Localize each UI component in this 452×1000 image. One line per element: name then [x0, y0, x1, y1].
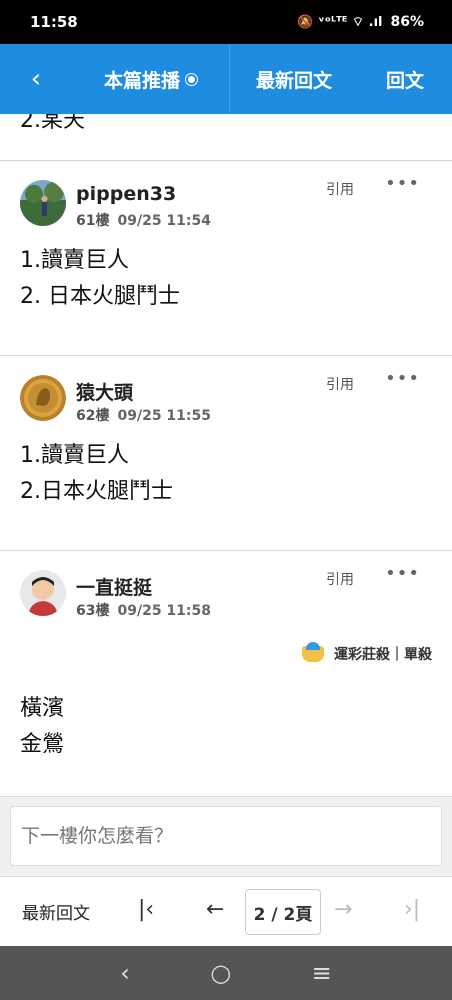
- floor-number: 61樓: [76, 213, 110, 229]
- previous-post-tail: 2.某天: [0, 114, 452, 161]
- lottery-icon: [302, 642, 324, 662]
- post-line: 2. 日本火腿鬥士: [20, 284, 180, 309]
- avatar[interactable]: [20, 375, 66, 421]
- last-page-icon[interactable]: ›|: [404, 897, 420, 922]
- post-63: 一直挺挺 63樓 09/25 11:58 引用 ••• 運彩莊殺｜單殺 橫濱 金鶯: [0, 551, 452, 796]
- post-line: 橫濱: [20, 696, 65, 721]
- status-right: 🔕 ᵛᵒᴸᵀᴱ ⌔ .ıl 86%: [297, 14, 424, 30]
- post-time: 09/25 11:58: [117, 603, 211, 619]
- pagination-bar: 最新回文 |‹ ← 2 / 2頁 → ›|: [0, 876, 452, 946]
- tab-latest-replies[interactable]: 最新回文: [230, 44, 358, 114]
- quote-button[interactable]: 引用: [326, 374, 354, 394]
- tab-reply-label: 回文: [385, 69, 424, 92]
- thread-content[interactable]: 2.某天 pippen33 61樓 09/25 11:54 引用 ••• 1.讀…: [0, 114, 452, 796]
- battery-level: 86%: [390, 14, 424, 30]
- system-home-icon[interactable]: ○: [210, 959, 231, 987]
- system-back-icon[interactable]: ‹: [120, 959, 130, 987]
- status-time: 11:58: [30, 13, 78, 31]
- author-name[interactable]: 猿大頭: [76, 378, 133, 405]
- quote-button[interactable]: 引用: [326, 569, 354, 589]
- page-indicator: 2 / 2頁: [253, 904, 313, 925]
- author-name[interactable]: 一直挺挺: [76, 573, 152, 600]
- post-62: 猿大頭 62樓 09/25 11:55 引用 ••• 1.讀賣巨人 2.日本火腿鬥…: [0, 356, 452, 551]
- reply-bar: [0, 796, 452, 876]
- tab-recommend-label: 本篇推播: [103, 69, 180, 92]
- chevron-left-icon: ‹: [30, 64, 42, 94]
- previous-post-text: 2.某天: [20, 114, 85, 133]
- post-body: 1.讀賣巨人 2. 日本火腿鬥士: [0, 243, 452, 315]
- post-header: pippen33 61樓 09/25 11:54 引用 •••: [0, 161, 452, 243]
- post-meta: 61樓 09/25 11:54: [76, 210, 211, 230]
- post-line: 2.日本火腿鬥士: [20, 479, 173, 504]
- system-nav-bar: ‹ ○ ≡: [0, 946, 452, 1000]
- post-header: 猿大頭 62樓 09/25 11:55 引用 •••: [0, 356, 452, 438]
- more-options-icon[interactable]: •••: [385, 173, 420, 194]
- reply-input[interactable]: [10, 806, 442, 866]
- status-bar: 11:58 🔕 ᵛᵒᴸᵀᴱ ⌔ .ıl 86%: [0, 0, 452, 44]
- page-selector[interactable]: 2 / 2頁: [245, 889, 321, 935]
- post-61: pippen33 61樓 09/25 11:54 引用 ••• 1.讀賣巨人 2.…: [0, 161, 452, 356]
- post-body: 1.讀賣巨人 2.日本火腿鬥士: [0, 438, 452, 510]
- tab-recommend[interactable]: 本篇推播: [72, 44, 230, 114]
- first-page-icon[interactable]: |‹: [138, 897, 154, 922]
- back-button[interactable]: ‹: [0, 44, 72, 114]
- post-body: 橫濱 金鶯: [0, 691, 452, 763]
- post-meta: 63樓 09/25 11:58: [76, 600, 211, 620]
- app-bar: ‹ 本篇推播 最新回文 回文: [0, 44, 452, 114]
- author-name[interactable]: pippen33: [76, 183, 176, 205]
- system-recents-icon[interactable]: ≡: [312, 959, 332, 987]
- tab-reply[interactable]: 回文: [358, 44, 452, 114]
- post-line: 金鶯: [20, 732, 65, 757]
- avatar[interactable]: [20, 570, 66, 616]
- tab-latest-label: 最新回文: [255, 69, 332, 92]
- floor-number: 62樓: [76, 408, 110, 424]
- post-header: 一直挺挺 63樓 09/25 11:58 引用 •••: [0, 551, 452, 633]
- post-time: 09/25 11:54: [117, 213, 211, 229]
- post-line: 1.讀賣巨人: [20, 248, 129, 273]
- post-time: 09/25 11:55: [117, 408, 211, 424]
- more-options-icon[interactable]: •••: [385, 368, 420, 389]
- next-page-icon[interactable]: →: [334, 897, 352, 922]
- post-line: 1.讀賣巨人: [20, 443, 129, 468]
- notification-dot-icon: [186, 73, 197, 85]
- more-options-icon[interactable]: •••: [385, 563, 420, 584]
- sponsored-link[interactable]: 運彩莊殺｜單殺: [0, 633, 452, 675]
- sponsored-link-text: 運彩莊殺｜單殺: [334, 647, 432, 663]
- status-icons: 🔕 ᵛᵒᴸᵀᴱ ⌔ .ıl: [297, 15, 383, 30]
- latest-replies-button[interactable]: 最新回文: [22, 899, 90, 924]
- quote-button[interactable]: 引用: [326, 179, 354, 199]
- avatar[interactable]: [20, 180, 66, 226]
- post-meta: 62樓 09/25 11:55: [76, 405, 211, 425]
- previous-page-icon[interactable]: ←: [206, 897, 224, 922]
- floor-number: 63樓: [76, 603, 110, 619]
